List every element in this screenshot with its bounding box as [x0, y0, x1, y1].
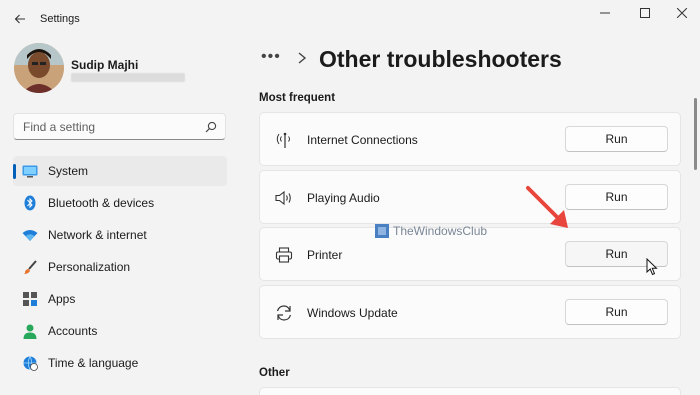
globe-clock-icon: [21, 354, 39, 372]
sidebar-item-label: Bluetooth & devices: [48, 196, 155, 210]
troubleshooter-label: Internet Connections: [307, 133, 418, 147]
maximize-button[interactable]: [627, 4, 663, 22]
watermark-logo-icon: [375, 224, 389, 238]
other-troubleshooter-card: [259, 387, 681, 395]
sidebar-item-label: Apps: [48, 292, 76, 306]
monitor-icon: [21, 162, 39, 180]
sidebar-item-label: Network & internet: [48, 228, 147, 242]
watermark: TheWindowsClub: [375, 224, 487, 238]
maximize-icon: [640, 8, 650, 18]
sidebar-item-apps[interactable]: Apps: [13, 284, 227, 314]
run-windows-update-button[interactable]: Run: [565, 299, 668, 325]
troubleshooter-card-audio: Playing Audio Run: [259, 170, 681, 224]
run-internet-connections-button[interactable]: Run: [565, 126, 668, 152]
minimize-button[interactable]: [587, 4, 623, 22]
speaker-icon: [275, 190, 291, 206]
person-icon: [21, 322, 39, 340]
troubleshooter-label: Printer: [307, 248, 343, 262]
mouse-cursor-icon: [646, 258, 658, 276]
wifi-antenna-icon: [276, 132, 290, 148]
selection-indicator: [13, 164, 16, 179]
sidebar-item-label: System: [48, 164, 89, 178]
search-placeholder: Find a setting: [23, 120, 96, 134]
close-icon: [677, 8, 687, 18]
sync-icon: [276, 305, 292, 321]
troubleshooter-label: Playing Audio: [307, 191, 380, 205]
title-bar: Settings: [0, 0, 700, 38]
sidebar-item-system[interactable]: System: [13, 156, 227, 186]
scrollbar-thumb[interactable]: [694, 98, 697, 170]
section-heading-other: Other: [259, 367, 290, 379]
annotation-arrow: [526, 186, 568, 228]
search-icon: [205, 121, 217, 133]
run-playing-audio-button[interactable]: Run: [565, 184, 668, 210]
minimize-icon: [600, 12, 610, 14]
troubleshooter-card-windows-update: Windows Update Run: [259, 285, 681, 339]
sidebar-item-label: Time & language: [48, 356, 139, 370]
back-button[interactable]: [8, 8, 32, 30]
bluetooth-icon: [21, 194, 39, 212]
search-input[interactable]: Find a setting: [13, 113, 226, 140]
watermark-text: TheWindowsClub: [393, 224, 488, 238]
avatar: [14, 43, 64, 93]
sidebar-item-label: Accounts: [48, 324, 98, 338]
troubleshooter-card-internet: Internet Connections Run: [259, 112, 681, 166]
sidebar-item-time-language[interactable]: Time & language: [13, 348, 227, 378]
troubleshooter-label: Windows Update: [307, 306, 398, 320]
user-email-redacted: [71, 73, 185, 82]
printer-icon: [275, 247, 293, 263]
section-heading-most-frequent: Most frequent: [259, 92, 336, 104]
page-title: Other troubleshooters: [319, 46, 562, 72]
chevron-right-icon: [298, 52, 307, 64]
sidebar-item-label: Personalization: [48, 260, 131, 274]
close-button[interactable]: [664, 4, 700, 22]
user-name: Sudip Majhi: [71, 58, 139, 72]
app-title: Settings: [40, 13, 80, 25]
sidebar-item-personalization[interactable]: Personalization: [13, 252, 227, 282]
back-arrow-icon: [14, 14, 25, 24]
breadcrumb-ellipsis-button[interactable]: •••: [261, 48, 281, 66]
wifi-icon: [21, 226, 39, 244]
sidebar-nav: System Bluetooth & devices Network & int…: [13, 156, 227, 380]
brush-icon: [21, 258, 39, 276]
sidebar-item-accounts[interactable]: Accounts: [13, 316, 227, 346]
sidebar-item-bluetooth[interactable]: Bluetooth & devices: [13, 188, 227, 218]
apps-icon: [21, 290, 39, 308]
sidebar-item-network[interactable]: Network & internet: [13, 220, 227, 250]
